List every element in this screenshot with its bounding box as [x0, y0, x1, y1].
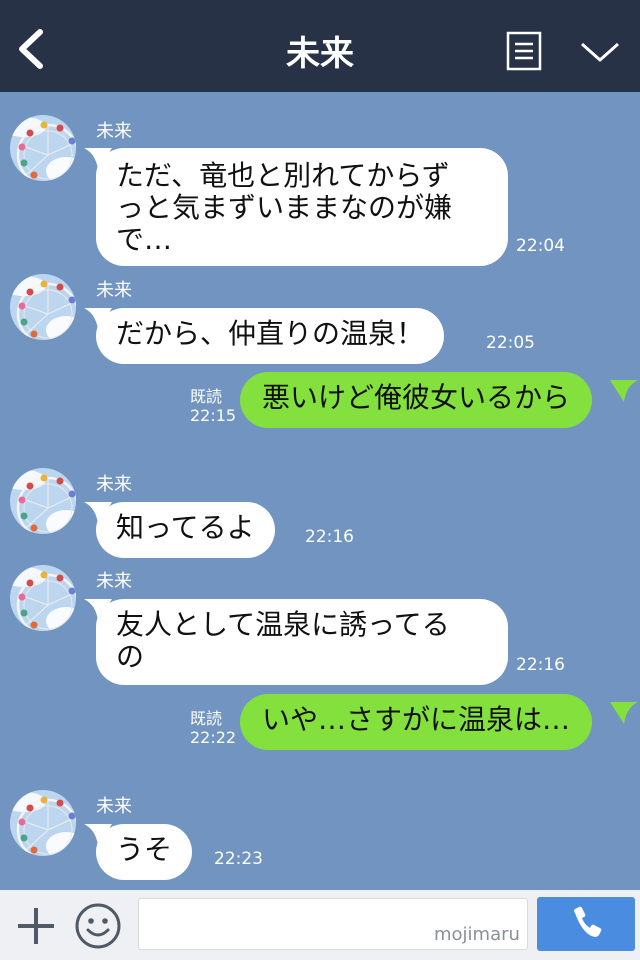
phone-icon [574, 906, 602, 937]
avatar[interactable] [10, 468, 76, 534]
chat-header: 未来 [0, 0, 640, 92]
avatar[interactable] [10, 115, 76, 181]
message-line: 友人として温泉に誘ってる [116, 608, 450, 641]
bubble-tail [610, 380, 638, 402]
message-bubble[interactable]: 悪いけど俺彼女いるから [240, 372, 593, 428]
timestamp: 22:23 [214, 849, 263, 869]
read-label: 既読 [190, 387, 223, 406]
message-bubble[interactable]: ただ、竜也と別れてからず っと気まずいままなのが嫌 で… [96, 148, 508, 266]
message-line: ただ、竜也と別れてからず [116, 159, 450, 192]
message-bubble[interactable]: 友人として温泉に誘ってる の [96, 599, 508, 685]
sender-name: 未来 [96, 571, 132, 592]
timestamp: 22:16 [516, 655, 565, 675]
timestamp: 22:05 [486, 333, 535, 353]
chevron-down-icon[interactable] [578, 36, 622, 66]
chat-title: 未来 [286, 34, 354, 74]
avatar[interactable] [10, 790, 76, 856]
message-bubble[interactable]: うそ [96, 824, 193, 880]
message-bubble[interactable]: だから、仲直りの温泉！ [96, 308, 445, 364]
plus-icon[interactable] [14, 904, 58, 948]
read-receipt: 既読 22:22 [190, 709, 236, 747]
message-bubble[interactable]: 知ってるよ [96, 502, 275, 558]
smiley-icon[interactable] [74, 902, 122, 950]
message-list[interactable]: 未来 ただ、竜也と別れてからず っと気まずいままなのが嫌 で… 22:04 未来… [0, 92, 640, 890]
timestamp: 22:22 [190, 728, 237, 747]
watermark: mojimaru [434, 924, 520, 945]
timestamp: 22:16 [305, 527, 354, 547]
call-button[interactable] [537, 897, 635, 951]
timestamp: 22:15 [190, 406, 237, 425]
list-icon[interactable] [506, 31, 542, 71]
message-line: で… [116, 223, 173, 256]
read-receipt: 既読 22:15 [190, 387, 236, 425]
read-label: 既読 [190, 709, 223, 728]
bubble-tail [610, 702, 638, 724]
message-bubble[interactable]: いや…さすがに温泉は… [240, 694, 593, 750]
sender-name: 未来 [96, 796, 132, 817]
message-line: っと気まずいままなのが嫌 [116, 191, 453, 224]
sender-name: 未来 [96, 474, 132, 495]
sender-name: 未来 [96, 121, 132, 142]
avatar[interactable] [10, 274, 76, 340]
avatar[interactable] [10, 565, 76, 631]
message-line: の [116, 640, 145, 673]
sender-name: 未来 [96, 280, 132, 301]
timestamp: 22:04 [516, 236, 565, 256]
